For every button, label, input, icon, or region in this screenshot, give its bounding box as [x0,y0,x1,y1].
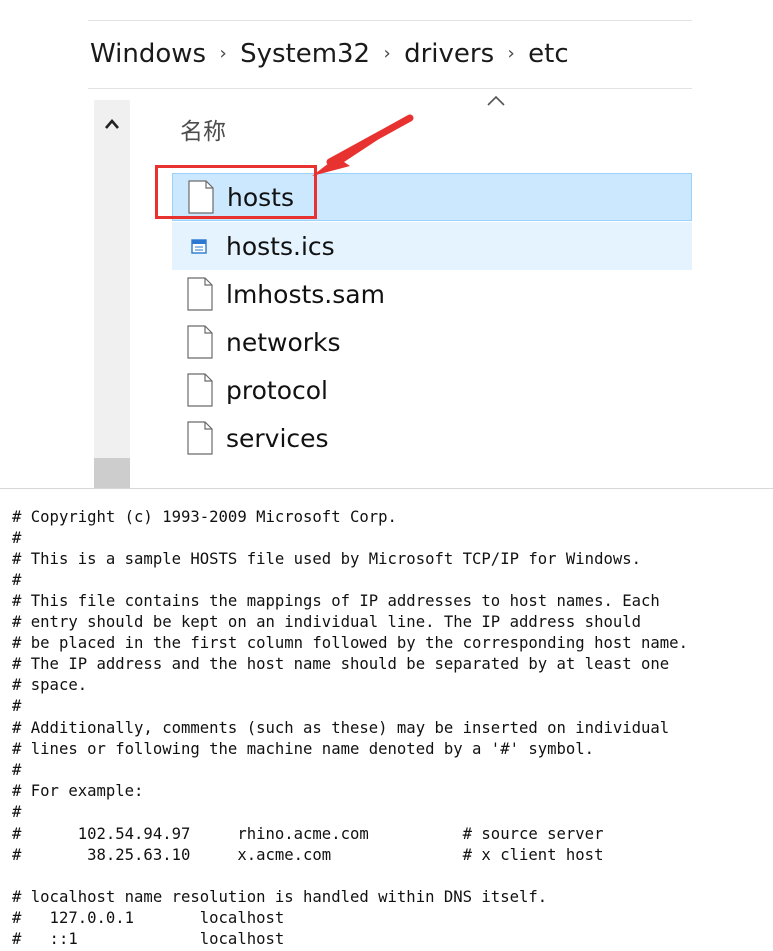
text-line: # This file contains the mappings of IP … [12,592,660,610]
file-name: services [226,423,329,453]
text-file-icon [187,325,213,359]
text-file-icon [187,421,213,455]
chevron-up-icon [105,119,119,129]
file-name: hosts.ics [226,231,335,261]
text-line: # This is a sample HOSTS file used by Mi… [12,550,642,568]
breadcrumb-item-system32[interactable]: System32 [240,39,370,69]
text-line: # Additionally, comments (such as these)… [12,719,670,737]
chevron-right-icon[interactable]: › [494,43,528,64]
text-line: # 127.0.0.1 localhost [12,909,285,927]
text-line: # 38.25.63.10 x.acme.com # x client host [12,846,604,864]
text-line: # space. [12,676,88,694]
text-line: # [12,761,22,779]
file-explorer-window: Windows › System32 › drivers › etc 名称 ho… [0,0,773,488]
file-row-protocol[interactable]: protocol [172,366,692,414]
file-name: protocol [226,375,328,405]
text-line: # [12,803,22,821]
column-header-name[interactable]: 名称 [180,112,226,146]
file-name: networks [226,327,341,357]
text-file-icon [187,373,213,407]
breadcrumb: Windows › System32 › drivers › etc [90,34,569,74]
text-line: # The IP address and the host name shoul… [12,655,670,673]
ics-file-icon [191,239,207,254]
text-line: # localhost name resolution is handled w… [12,888,548,906]
text-line: # For example: [12,782,144,800]
text-line: # [12,571,22,589]
chevron-right-icon[interactable]: › [206,43,240,64]
hosts-file-text[interactable]: # Copyright (c) 1993-2009 Microsoft Corp… [0,489,773,951]
file-row-hosts-ics[interactable]: hosts.ics [172,222,692,270]
breadcrumb-item-windows[interactable]: Windows [90,39,206,69]
sort-ascending-icon[interactable] [485,94,507,108]
breadcrumb-item-etc[interactable]: etc [528,39,569,69]
text-line: # be placed in the first column followed… [12,634,688,652]
file-row-services[interactable]: services [172,414,692,462]
text-line: # 102.54.94.97 rhino.acme.com # source s… [12,825,604,843]
chevron-right-icon[interactable]: › [370,43,404,64]
divider [88,88,692,89]
hosts-file-editor[interactable]: # Copyright (c) 1993-2009 Microsoft Corp… [0,488,773,951]
text-line: # [12,529,22,547]
scrollbar-thumb[interactable] [94,458,130,488]
scroll-up-button[interactable] [94,110,130,138]
breadcrumb-item-drivers[interactable]: drivers [404,39,494,69]
text-line: # entry should be kept on an individual … [12,613,642,631]
file-row-networks[interactable]: networks [172,318,692,366]
vertical-scrollbar[interactable] [94,100,130,488]
file-name: lmhosts.sam [226,279,385,309]
annotation-arrow-icon [312,114,414,176]
divider [88,20,692,21]
file-row-lmhosts-sam[interactable]: lmhosts.sam [172,270,692,318]
text-line: # [12,697,22,715]
text-line: # ::1 localhost [12,930,285,948]
text-file-icon [187,277,213,311]
text-line: # lines or following the machine name de… [12,740,595,758]
text-line: # Copyright (c) 1993-2009 Microsoft Corp… [12,508,397,526]
